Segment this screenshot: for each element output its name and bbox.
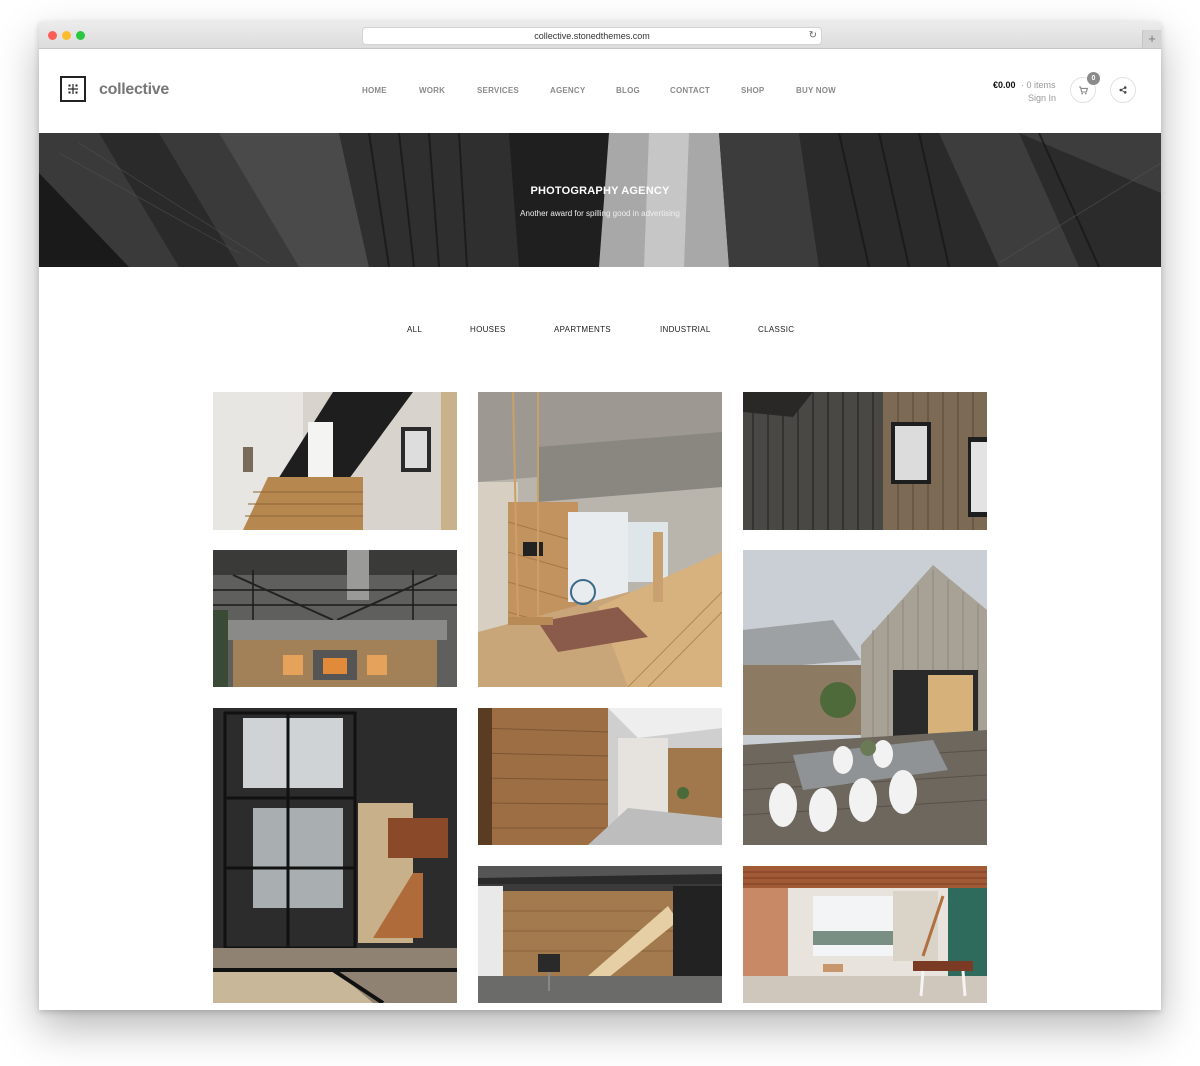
share-button[interactable] — [1110, 77, 1136, 103]
zoom-window-button[interactable] — [76, 31, 85, 40]
portfolio-item[interactable] — [478, 392, 722, 687]
portfolio-item[interactable] — [213, 392, 457, 530]
address-bar[interactable]: collective.stonedthemes.com ↻ — [362, 27, 822, 45]
nav-home[interactable]: HOME — [362, 86, 387, 95]
browser-window: collective.stonedthemes.com ↻ + collecti… — [39, 22, 1161, 1010]
filter-houses[interactable]: HOUSES — [470, 325, 506, 334]
portfolio-image — [743, 866, 987, 1003]
nav-work[interactable]: WORK — [419, 86, 445, 95]
portfolio-image — [478, 708, 722, 845]
brand-name[interactable]: collective — [99, 81, 169, 99]
portfolio-item[interactable] — [213, 550, 457, 687]
nav-buy-now[interactable]: BUY NOW — [796, 86, 836, 95]
logo-mark-icon[interactable] — [60, 76, 86, 102]
minimize-window-button[interactable] — [62, 31, 71, 40]
cart-badge: 0 — [1087, 72, 1100, 85]
share-icon — [1119, 86, 1127, 94]
site-header: collective HOME WORK SERVICES AGENCY BLO… — [39, 49, 1161, 133]
nav-agency[interactable]: AGENCY — [550, 86, 585, 95]
hero-subtitle: Another award for spilling good in adver… — [520, 209, 680, 218]
cart-item-count[interactable]: · 0 items — [1021, 80, 1056, 90]
portfolio-item[interactable] — [743, 392, 987, 530]
close-window-button[interactable] — [48, 31, 57, 40]
portfolio-image — [743, 392, 987, 530]
filter-apartments[interactable]: APARTMENTS — [554, 325, 611, 334]
reload-icon[interactable]: ↻ — [809, 28, 817, 44]
filter-industrial[interactable]: INDUSTRIAL — [660, 325, 711, 334]
portfolio-image — [213, 392, 457, 530]
portfolio-item[interactable] — [213, 708, 457, 1003]
portfolio-item[interactable] — [478, 708, 722, 845]
portfolio-image — [213, 550, 457, 687]
portfolio-image — [213, 708, 457, 1003]
nav-services[interactable]: SERVICES — [477, 86, 519, 95]
address-bar-url: collective.stonedthemes.com — [534, 31, 650, 41]
sign-in-link[interactable]: Sign In — [1028, 93, 1056, 103]
portfolio-image — [478, 866, 722, 1003]
cart-total[interactable]: €0.00 — [993, 80, 1016, 90]
nav-shop[interactable]: SHOP — [741, 86, 764, 95]
nav-blog[interactable]: BLOG — [616, 86, 640, 95]
filter-all[interactable]: ALL — [407, 325, 422, 334]
portfolio-image — [743, 550, 987, 845]
new-tab-icon[interactable]: + — [1142, 30, 1161, 48]
hero-background-image — [39, 133, 1161, 267]
browser-chrome: collective.stonedthemes.com ↻ + — [39, 22, 1161, 49]
hero-banner: PHOTOGRAPHY AGENCY Another award for spi… — [39, 133, 1161, 267]
portfolio-item[interactable] — [478, 866, 722, 1003]
filter-classic[interactable]: CLASSIC — [758, 325, 794, 334]
portfolio-item[interactable] — [743, 550, 987, 845]
nav-contact[interactable]: CONTACT — [670, 86, 710, 95]
portfolio-image — [478, 392, 722, 687]
hero-title: PHOTOGRAPHY AGENCY — [530, 185, 670, 197]
portfolio-item[interactable] — [743, 866, 987, 1003]
